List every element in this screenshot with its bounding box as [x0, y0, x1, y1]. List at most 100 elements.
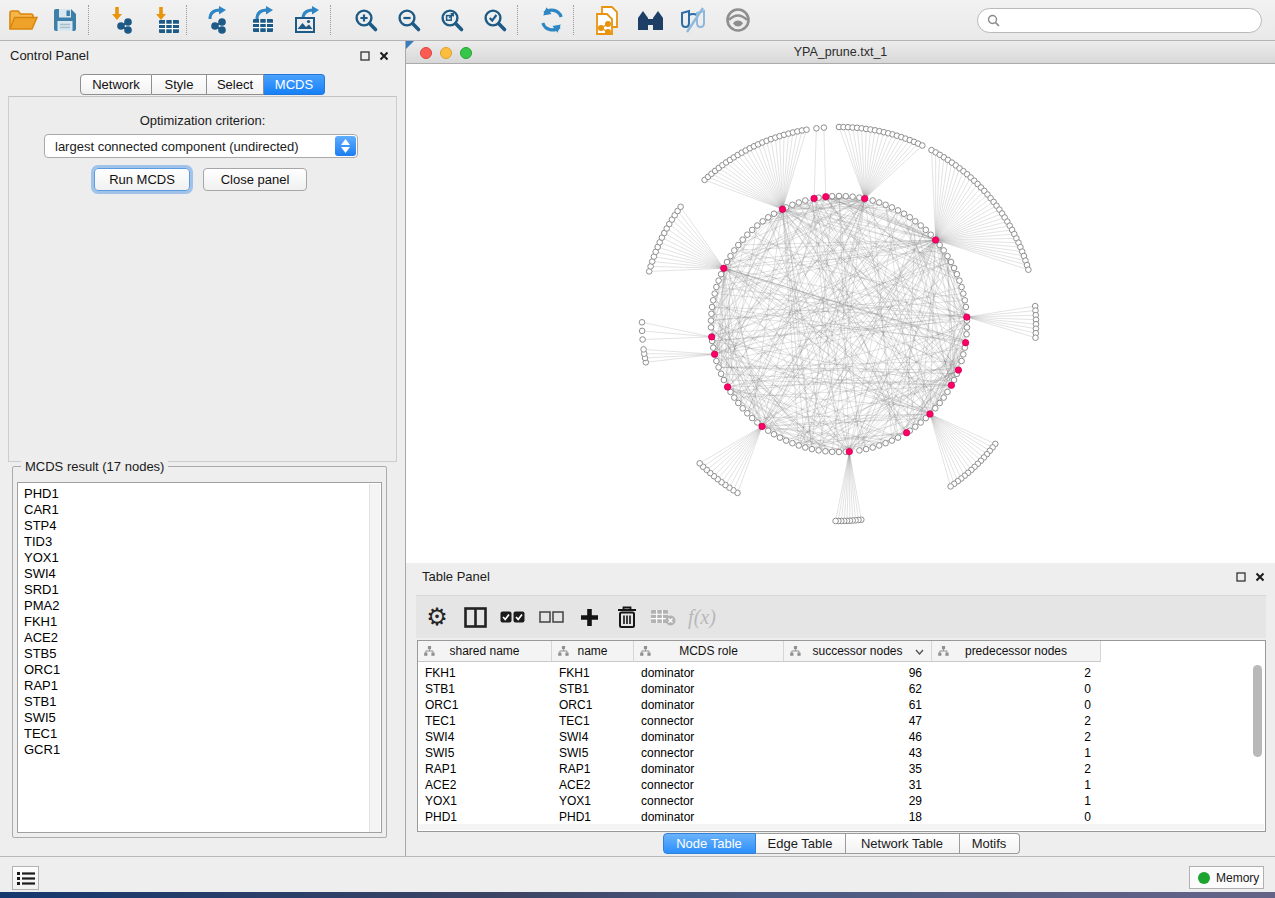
mcds-result-item[interactable]: STB5 [24, 646, 381, 662]
column-header-successor-nodes[interactable]: successor nodes [784, 641, 932, 662]
cell-0-shared-name[interactable]: FKH1 [425, 665, 456, 681]
tab-style[interactable]: Style [152, 74, 207, 95]
cell-7-shared-name[interactable]: ACE2 [425, 777, 456, 793]
mcds-result-item[interactable]: PHD1 [24, 486, 381, 502]
cell-3-successor-nodes[interactable]: 47 [784, 713, 922, 729]
cell-7-successor-nodes[interactable]: 31 [784, 777, 922, 793]
cell-0-predecessor-nodes[interactable]: 2 [932, 665, 1091, 681]
cell-9-successor-nodes[interactable]: 18 [784, 809, 922, 825]
cell-2-name[interactable]: ORC1 [559, 697, 592, 713]
table-tab-node-table[interactable]: Node Table [663, 833, 756, 854]
column-header-shared-name[interactable]: shared name [418, 641, 552, 662]
cell-5-MCDS-role[interactable]: connector [641, 745, 694, 761]
cell-6-predecessor-nodes[interactable]: 2 [932, 761, 1091, 777]
cell-9-predecessor-nodes[interactable]: 0 [932, 809, 1091, 825]
export-image-icon[interactable] [290, 3, 326, 37]
cell-6-name[interactable]: RAP1 [559, 761, 590, 777]
mcds-result-item[interactable]: FKH1 [24, 614, 381, 630]
mcds-result-item[interactable]: PMA2 [24, 598, 381, 614]
select-all-icon[interactable] [495, 600, 529, 634]
mcds-result-item[interactable]: STP4 [24, 518, 381, 534]
refresh-layout-icon[interactable] [534, 3, 570, 37]
cell-7-MCDS-role[interactable]: connector [641, 777, 694, 793]
delete-column-icon[interactable] [610, 600, 644, 634]
column-header-predecessor-nodes[interactable]: predecessor nodes [932, 641, 1101, 662]
table-panel-float-icon[interactable] [1234, 570, 1248, 584]
cell-6-successor-nodes[interactable]: 35 [784, 761, 922, 777]
cell-4-shared-name[interactable]: SWI4 [425, 729, 454, 745]
cell-3-predecessor-nodes[interactable]: 2 [932, 713, 1091, 729]
control-panel-float-icon[interactable] [358, 49, 372, 63]
table-scrollbar-thumb[interactable] [1253, 665, 1262, 757]
zoom-selected-icon[interactable] [477, 3, 513, 37]
mcds-result-item[interactable]: GCR1 [24, 742, 381, 758]
zoom-in-icon[interactable] [348, 3, 384, 37]
import-table-icon[interactable] [149, 3, 185, 37]
show-eye-icon[interactable] [720, 3, 756, 37]
table-tab-edge-table[interactable]: Edge Table [756, 833, 846, 854]
save-session-icon[interactable] [47, 3, 83, 37]
binoculars-search-icon[interactable] [633, 3, 669, 37]
mcds-result-item[interactable]: STB1 [24, 694, 381, 710]
export-table-icon[interactable] [246, 3, 282, 37]
cell-1-successor-nodes[interactable]: 62 [784, 681, 922, 697]
cell-0-MCDS-role[interactable]: dominator [641, 665, 694, 681]
memory-button[interactable]: Memory [1189, 866, 1264, 889]
tab-network[interactable]: Network [80, 74, 152, 95]
cell-3-MCDS-role[interactable]: connector [641, 713, 694, 729]
mcds-result-item[interactable]: SWI4 [24, 566, 381, 582]
search-field[interactable] [977, 8, 1262, 33]
column-header-MCDS-role[interactable]: MCDS role [634, 641, 784, 662]
cell-2-predecessor-nodes[interactable]: 0 [932, 697, 1091, 713]
tab-mcds[interactable]: MCDS [264, 74, 325, 95]
table-settings-icon[interactable]: ⚙ [420, 600, 454, 634]
cell-4-predecessor-nodes[interactable]: 2 [932, 729, 1091, 745]
cell-7-name[interactable]: ACE2 [559, 777, 590, 793]
cell-4-successor-nodes[interactable]: 46 [784, 729, 922, 745]
cell-1-shared-name[interactable]: STB1 [425, 681, 455, 697]
cell-2-successor-nodes[interactable]: 61 [784, 697, 922, 713]
cell-0-successor-nodes[interactable]: 96 [784, 665, 922, 681]
cell-8-MCDS-role[interactable]: connector [641, 793, 694, 809]
add-column-icon[interactable] [572, 600, 606, 634]
cell-4-name[interactable]: SWI4 [559, 729, 588, 745]
mcds-result-item[interactable]: CAR1 [24, 502, 381, 518]
mcds-result-item[interactable]: SRD1 [24, 582, 381, 598]
task-history-button[interactable] [12, 866, 39, 890]
cell-4-MCDS-role[interactable]: dominator [641, 729, 694, 745]
cell-2-MCDS-role[interactable]: dominator [641, 697, 694, 713]
table-panel-close-icon[interactable] [1253, 570, 1267, 584]
mcds-result-item[interactable]: TEC1 [24, 726, 381, 742]
open-file-icon[interactable] [5, 3, 41, 37]
cell-1-name[interactable]: STB1 [559, 681, 589, 697]
optimization-criterion-select[interactable]: largest connected component (undirected) [44, 134, 358, 158]
cell-9-MCDS-role[interactable]: dominator [641, 809, 694, 825]
mcds-result-item[interactable]: TID3 [24, 534, 381, 550]
close-panel-button[interactable]: Close panel [203, 168, 307, 191]
function-builder-icon[interactable]: f(x) [685, 600, 719, 634]
cell-8-successor-nodes[interactable]: 29 [784, 793, 922, 809]
cell-0-name[interactable]: FKH1 [559, 665, 590, 681]
cell-1-MCDS-role[interactable]: dominator [641, 681, 694, 697]
cell-2-shared-name[interactable]: ORC1 [425, 697, 458, 713]
cell-8-name[interactable]: YOX1 [559, 793, 591, 809]
cell-6-shared-name[interactable]: RAP1 [425, 761, 456, 777]
table-tab-motifs[interactable]: Motifs [960, 833, 1020, 854]
mcds-result-item[interactable]: ACE2 [24, 630, 381, 646]
cell-3-name[interactable]: TEC1 [559, 713, 590, 729]
zoom-out-icon[interactable] [391, 3, 427, 37]
cell-5-successor-nodes[interactable]: 43 [784, 745, 922, 761]
cell-3-shared-name[interactable]: TEC1 [425, 713, 456, 729]
delete-table-icon[interactable] [646, 600, 680, 634]
mcds-result-list[interactable]: PHD1CAR1STP4TID3YOX1SWI4SRD1PMA2FKH1ACE2… [17, 482, 382, 833]
import-network-icon[interactable] [105, 3, 141, 37]
control-panel-close-icon[interactable] [377, 49, 391, 63]
cell-5-name[interactable]: SWI5 [559, 745, 588, 761]
cell-8-predecessor-nodes[interactable]: 1 [932, 793, 1091, 809]
cell-5-predecessor-nodes[interactable]: 1 [932, 745, 1091, 761]
zoom-fit-icon[interactable] [434, 3, 470, 37]
cell-1-predecessor-nodes[interactable]: 0 [932, 681, 1091, 697]
cell-7-predecessor-nodes[interactable]: 1 [932, 777, 1091, 793]
deselect-all-icon[interactable] [534, 600, 568, 634]
show-column-icon[interactable] [458, 600, 492, 634]
